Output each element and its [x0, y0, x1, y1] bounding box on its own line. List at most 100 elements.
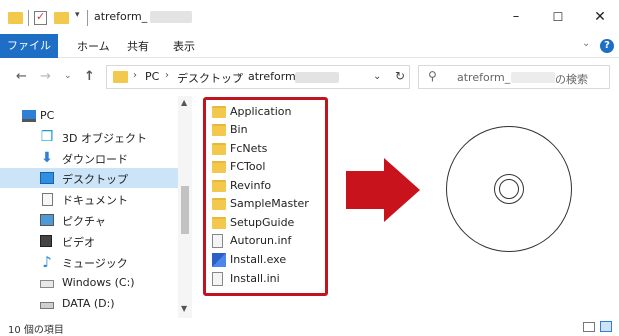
sidebar-item-label: 3D オブジェクト [62, 132, 147, 145]
scrollbar-thumb[interactable] [181, 186, 189, 234]
pictures-icon [40, 214, 54, 226]
breadcrumb-separator[interactable]: › [165, 70, 169, 81]
navigation-pane-scrollbar[interactable]: ▲ ▼ [178, 96, 192, 318]
folder-icon [113, 71, 128, 83]
sidebar-item-drive-c[interactable]: Windows (C:) [0, 273, 178, 293]
item-count: 10 個の項目 [8, 325, 64, 336]
pc-icon [22, 110, 36, 122]
tab-view[interactable]: 表示 [173, 38, 195, 54]
folder-icon [212, 124, 226, 136]
toolbar-divider [87, 10, 88, 26]
file-name: Install.ini [230, 272, 280, 285]
folder-icon [212, 106, 226, 118]
address-row: ← → ⌄ ↑ › PC › デスクトップ › atreform_ ⌄ ↻ ⚲ … [0, 58, 619, 96]
file-name: Application [230, 105, 292, 118]
videos-icon [40, 235, 52, 247]
properties-icon[interactable] [34, 10, 47, 25]
address-bar[interactable]: › PC › デスクトップ › atreform_ ⌄ ↻ [106, 65, 410, 89]
tab-home[interactable]: ホーム [77, 38, 110, 54]
list-item[interactable]: Autorun.inf [212, 232, 322, 250]
list-item[interactable]: Install.ini [212, 270, 322, 288]
file-name: Revinfo [230, 179, 272, 192]
tab-share[interactable]: 共有 [127, 38, 149, 54]
arrow-right-icon [346, 171, 386, 209]
breadcrumb-desktop[interactable]: デスクトップ [177, 70, 243, 86]
sidebar-item-downloads[interactable]: ⬇ ダウンロード [0, 148, 178, 168]
refresh-icon[interactable]: ↻ [395, 69, 405, 83]
breadcrumb-pc[interactable]: PC [145, 70, 159, 83]
file-name: FcNets [230, 142, 268, 155]
folder-icon [212, 161, 226, 173]
file-name: SetupGuide [230, 216, 295, 229]
breadcrumb-separator[interactable]: › [133, 70, 137, 81]
sidebar-item-desktop[interactable]: デスクトップ [0, 168, 178, 188]
installer-icon [212, 253, 226, 267]
new-folder-icon[interactable] [54, 12, 69, 24]
forward-button[interactable]: → [40, 69, 51, 84]
list-item[interactable]: Revinfo [212, 177, 322, 195]
sidebar-item-pc[interactable]: PC [0, 106, 178, 126]
up-button[interactable]: ↑ [84, 69, 95, 84]
breadcrumb-current[interactable]: atreform_ [248, 70, 301, 83]
file-name: Autorun.inf [230, 234, 292, 247]
sidebar-item-3d-objects[interactable]: ❒ 3D オブジェクト [0, 127, 178, 147]
list-item[interactable]: SampleMaster [212, 195, 322, 213]
close-button[interactable]: ✕ [590, 8, 610, 26]
disc-hole [499, 179, 519, 199]
file-name: Bin [230, 123, 248, 136]
sidebar-item-drive-d[interactable]: DATA (D:) [0, 294, 178, 314]
toolbar-divider [28, 10, 29, 26]
large-icons-view-icon[interactable] [600, 321, 612, 332]
download-icon: ⬇ [41, 150, 53, 166]
documents-icon [42, 193, 53, 206]
folder-icon [8, 12, 23, 24]
window-title: atreform_ [94, 10, 148, 23]
sidebar-item-label: Windows (C:) [62, 276, 135, 289]
music-icon: ♪ [42, 253, 52, 271]
folder-icon [212, 217, 226, 229]
list-item[interactable]: FCTool [212, 158, 322, 176]
search-box[interactable]: ⚲ atreform_ の検索 [418, 65, 610, 89]
sidebar-item-label: ダウンロード [62, 153, 128, 166]
minimize-button[interactable]: – [506, 8, 526, 26]
folder-icon [212, 180, 226, 192]
sidebar-item-music[interactable]: ♪ ミュージック [0, 252, 178, 272]
expand-ribbon-icon[interactable]: ⌄ [582, 38, 590, 49]
address-dropdown-icon[interactable]: ⌄ [373, 71, 381, 82]
sidebar-item-videos[interactable]: ビデオ [0, 231, 178, 251]
customize-toolbar-icon[interactable]: ▾ [75, 10, 80, 24]
ribbon: ファイル ホーム 共有 表示 ⌄ ? [0, 34, 619, 58]
sidebar-item-label: DATA (D:) [62, 297, 115, 310]
tab-file[interactable]: ファイル [0, 34, 58, 58]
sidebar-item-label: ミュージック [62, 257, 128, 270]
file-name: Install.exe [230, 253, 287, 266]
file-name: SampleMaster [230, 197, 309, 210]
list-item[interactable]: SetupGuide [212, 214, 322, 232]
scroll-down-icon[interactable]: ▼ [181, 304, 187, 313]
settings-file-icon [212, 272, 223, 286]
back-button[interactable]: ← [16, 69, 27, 84]
breadcrumb-separator[interactable]: › [237, 70, 241, 81]
redacted-text [295, 72, 339, 83]
search-placeholder: atreform_ [457, 71, 511, 84]
list-item[interactable]: FcNets [212, 140, 322, 158]
sidebar-item-label: デスクトップ [62, 173, 128, 186]
recent-locations-button[interactable]: ⌄ [64, 71, 72, 81]
settings-file-icon [212, 234, 223, 248]
details-view-icon[interactable] [583, 322, 595, 332]
list-item[interactable]: Bin [212, 121, 322, 139]
sidebar-item-label: ピクチャ [62, 215, 106, 228]
arrow-right-icon [384, 158, 420, 222]
sidebar-item-pictures[interactable]: ピクチャ [0, 210, 178, 230]
drive-c-icon [40, 280, 54, 288]
maximize-button[interactable]: ☐ [548, 8, 568, 26]
search-icon: ⚲ [428, 69, 437, 83]
help-icon[interactable]: ? [600, 39, 614, 53]
list-item[interactable]: Application [212, 103, 322, 121]
folder-icon [212, 143, 226, 155]
sidebar-item-label: PC [40, 109, 55, 122]
redacted-text [511, 72, 555, 83]
list-item[interactable]: Install.exe [212, 251, 322, 269]
scroll-up-icon[interactable]: ▲ [181, 98, 187, 107]
sidebar-item-documents[interactable]: ドキュメント [0, 189, 178, 209]
